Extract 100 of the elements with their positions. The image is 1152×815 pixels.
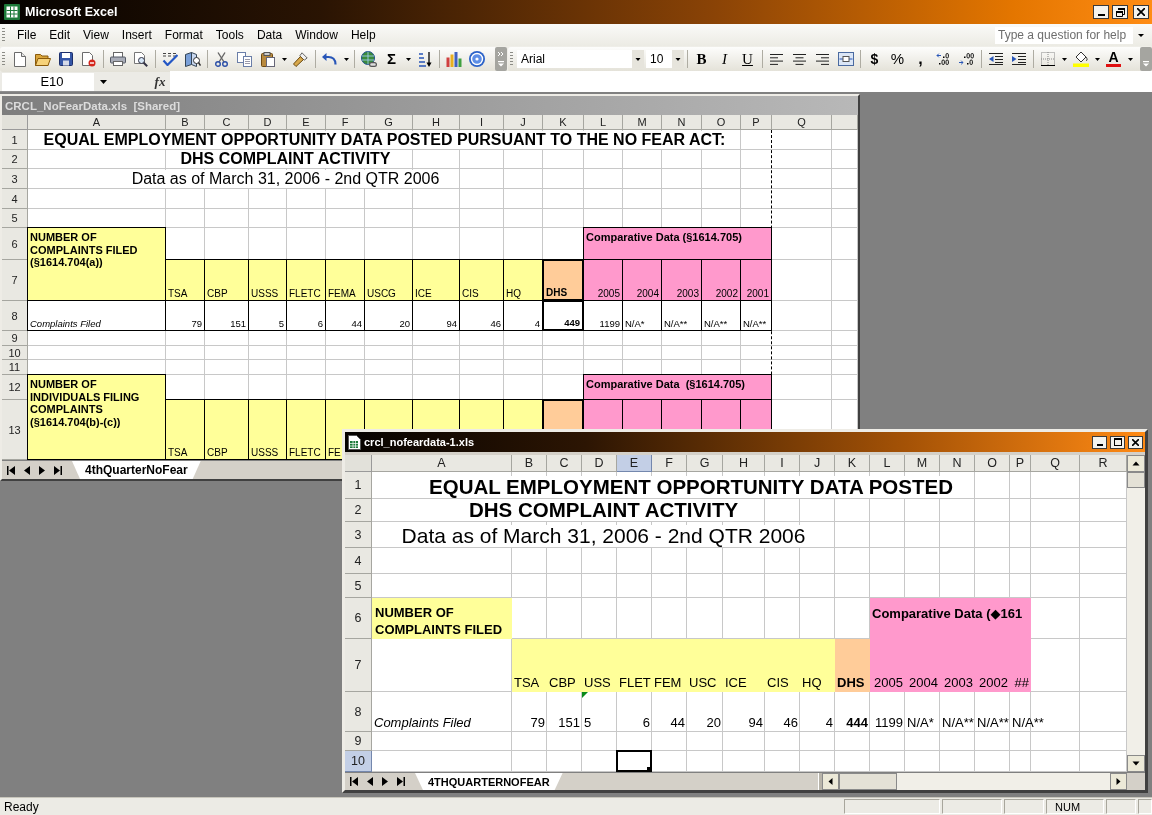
copy-pages-icon[interactable] [237,51,252,67]
maximize-button[interactable] [1110,435,1125,449]
blank-page-icon[interactable] [13,51,26,67]
paintbrush-icon[interactable] [293,51,308,67]
horizontal-scrollbar[interactable] [822,773,1127,790]
align-center-icon[interactable] [793,53,806,65]
column-header[interactable]: O [702,115,741,130]
column-header[interactable]: A [28,115,166,130]
increase-decimal-icon[interactable] [935,53,952,65]
first-sheet-arrow-icon[interactable] [350,777,358,786]
column-header[interactable]: L [870,455,905,472]
paint-bucket-icon[interactable] [1072,51,1089,67]
row-header[interactable]: 10 [345,751,372,772]
row-header[interactable]: 4 [345,548,372,574]
clipboard-icon[interactable] [260,51,275,67]
globe-link-icon[interactable] [360,51,377,67]
target-icon[interactable] [468,51,485,67]
insert-function-button[interactable]: fx [152,73,168,90]
column-header[interactable]: G [365,115,413,130]
dropdown-arrow-icon[interactable] [1094,57,1100,61]
column-header[interactable]: K [835,455,870,472]
row-header[interactable]: 2 [345,499,372,522]
dropdown-arrow-icon[interactable] [405,57,411,61]
column-header[interactable]: K [543,115,584,130]
column-header[interactable]: F [326,115,365,130]
column-header[interactable]: L [584,115,623,130]
column-header[interactable]: B [166,115,205,130]
minimize-button[interactable] [1093,5,1109,19]
spreadsheet-icon[interactable] [4,4,20,20]
row-header[interactable]: 5 [2,209,28,228]
dropdown-arrow-icon[interactable] [281,57,287,61]
minimize-button[interactable] [1092,435,1107,449]
row-header[interactable]: 1 [2,130,28,150]
row-header[interactable]: 3 [345,522,372,548]
folder-icon[interactable] [34,52,51,66]
dropdown-arrow-icon[interactable] [343,57,349,61]
align-left-icon[interactable] [770,53,783,65]
row-header[interactable]: 9 [2,331,28,346]
column-header[interactable]: B [512,455,547,472]
restore-button[interactable] [1112,5,1128,19]
row-header[interactable]: 13 [2,400,28,460]
column-header[interactable]: O [975,455,1010,472]
bar-chart-icon[interactable] [445,51,462,67]
menu-item[interactable]: Edit [43,26,78,44]
column-header[interactable]: I [765,455,800,472]
last-sheet-arrow-icon[interactable] [54,465,62,475]
scissors-icon[interactable] [215,51,228,67]
row-header[interactable]: 1 [345,472,372,499]
toolbar-handle[interactable] [2,27,5,43]
decrease-decimal-icon[interactable] [958,53,975,65]
column-header[interactable]: E [617,455,652,472]
column-header[interactable]: R [1080,455,1127,472]
dropdown-arrow-icon[interactable] [1061,57,1067,61]
close-button[interactable] [1133,5,1149,19]
close-button[interactable] [1128,435,1143,449]
column-header[interactable]: J [504,115,543,130]
help-question-field[interactable]: Type a question for help [995,26,1133,44]
previous-sheet-arrow-icon[interactable] [367,777,373,786]
column-header[interactable]: P [741,115,772,130]
column-header[interactable]: A [372,455,512,472]
comma-style-button[interactable]: , [918,51,923,67]
column-header[interactable]: N [940,455,975,472]
column-header[interactable]: I [460,115,504,130]
first-sheet-arrow-icon[interactable] [7,465,15,475]
row-header[interactable]: 5 [345,574,372,598]
tab-split-handle[interactable] [818,773,822,790]
row-header[interactable]: 6 [2,228,28,260]
row-header[interactable]: 6 [345,598,372,639]
row-header[interactable]: 11 [2,360,28,375]
row-header[interactable]: 3 [2,169,28,189]
row-header[interactable]: 7 [2,260,28,301]
row-header[interactable]: 4 [2,189,28,209]
row-header[interactable]: 12 [2,375,28,400]
column-header[interactable]: C [205,115,249,130]
increase-indent-icon[interactable] [1011,53,1026,65]
column-header[interactable]: G [687,455,723,472]
spreadsheet-file-icon[interactable] [348,434,361,450]
undo-arrow-icon[interactable] [322,53,337,65]
page-magnifier-icon[interactable] [133,51,148,67]
name-box[interactable]: E10 [2,72,94,91]
formula-field[interactable] [170,71,1152,92]
row-header[interactable]: 8 [2,301,28,331]
column-header[interactable]: C [547,455,582,472]
column-header[interactable]: P [1010,455,1031,472]
next-sheet-arrow-icon[interactable] [39,465,45,475]
vertical-scrollbar[interactable] [1127,455,1145,772]
toolbar-handle[interactable] [2,51,5,67]
spelling-check-icon[interactable] [161,52,178,66]
menu-item[interactable]: Tools [209,26,251,44]
scroll-thumb[interactable] [1127,472,1145,488]
column-header[interactable]: F [652,455,687,472]
font-size-field[interactable]: 10 [646,50,684,68]
next-sheet-arrow-icon[interactable] [382,777,388,786]
borders-icon[interactable] [1040,52,1055,66]
printer-icon[interactable] [109,52,126,66]
toolbar-handle[interactable] [510,51,513,67]
menu-item[interactable]: Format [158,26,210,44]
merge-and-center-icon[interactable] [837,52,854,66]
row-header[interactable]: 7 [345,639,372,692]
menu-item[interactable]: Insert [115,26,159,44]
